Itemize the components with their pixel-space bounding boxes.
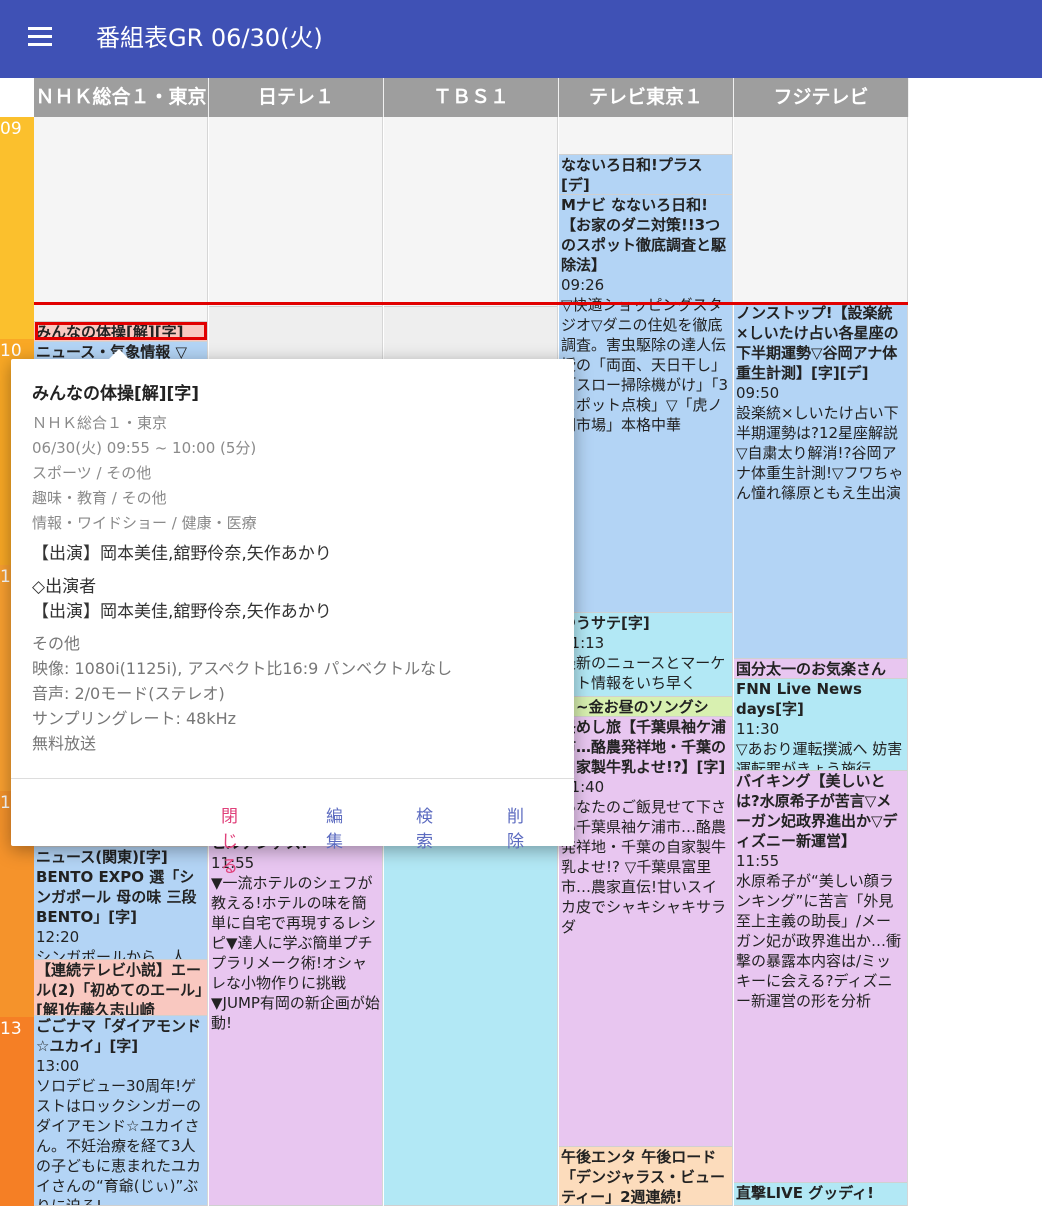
hour-label: 13 [0, 1019, 22, 1039]
program-tx-gogoroad[interactable]: 午後エンタ 午後ロード「デンジャラス・ビューティー」2週連続! [559, 1147, 732, 1206]
dialog-genre: スポーツ / その他 [32, 464, 152, 482]
channel-header-tbs[interactable]: ＴＢＳ１ [384, 78, 559, 117]
program-cx-nonstop[interactable]: ノンストップ!【設楽統×しいたけ占い各星座の下半期運勢▽谷岡アナ体重生計測】[字… [734, 303, 907, 659]
program-desc: ▼一流ホテルのシェフが教える!ホテルの味を簡単に自宅で再現するレシピ▼達人に学ぶ… [211, 874, 380, 1032]
program-title: ニュース(関東)[字] BENTO EXPO 選「シンガポール 母の味 三段BE… [36, 848, 197, 926]
program-detail-dialog: みんなの体操[解][字] ＮＨＫ総合１・東京 06/30(火) 09:55 ~ … [11, 349, 574, 877]
program-time: 11:40 [561, 778, 605, 796]
dialog-spec: 無料放送 [32, 734, 97, 753]
program-title: なないろ日和!プラス[デ] [561, 156, 703, 194]
program-title: Mナビ なないろ日和!【お家のダニ対策!!3つのスポット徹底調査と駆除法】 [561, 196, 727, 274]
dialog-spec: サンプリングレート: 48kHz [32, 709, 237, 728]
dialog-genre: 趣味・教育 / その他 [32, 489, 167, 507]
hour-09: 09 [0, 117, 34, 339]
dialog-spec: 音声: 2/0モード(ステレオ) [32, 684, 225, 703]
program-empty [209, 117, 382, 307]
channel-header-ntv[interactable]: 日テレ１ [209, 78, 384, 117]
program-time: 09:50 [736, 384, 780, 402]
program-desc: 設楽統×しいたけ占い下半期運勢は?12星座解説▽自粛太り解消!?谷岡アナ体重生計… [736, 404, 904, 502]
channel-header-cx[interactable]: フジテレビ [734, 78, 909, 117]
program-title: 【連続テレビ小説】エール(2)「初めてのエール」[解]佐藤久志山崎 [36, 961, 203, 1016]
program-title: 昼めし旅【千葉県袖ケ浦市…酪農発祥地・千葉の自家製牛乳よせ!?】[字] [561, 718, 727, 776]
dialog-other-heading: その他 [32, 634, 81, 653]
program-cx-fnn[interactable]: FNN Live News days[字] 11:30 ▽あおり運転撲滅へ 妨害… [734, 679, 907, 771]
column-tx: なないろ日和!プラス[デ] Mナビ なないろ日和!【お家のダニ対策!!3つのスポ… [559, 117, 733, 1206]
program-time: 09:26 [561, 276, 605, 294]
program-desc: ソロデビュー30周年!ゲストはロックシンガーのダイアモンド☆ユカイさん。不妊治療… [36, 1077, 202, 1206]
program-time: 13:00 [36, 1057, 80, 1075]
program-title: 直撃LIVE グッディ! [736, 1184, 875, 1202]
dialog-title: みんなの体操[解][字] [32, 384, 200, 404]
program-time: 12:20 [36, 928, 80, 946]
dialog-divider [11, 778, 574, 779]
program-empty [384, 117, 557, 307]
program-tx-nanairo-plus[interactable]: なないろ日和!プラス[デ] [559, 155, 732, 195]
program-empty [34, 117, 207, 322]
dialog-pointer [109, 349, 129, 359]
delete-button[interactable]: 削除 [507, 802, 524, 852]
program-tbs-block[interactable] [384, 833, 557, 1206]
program-title: 国分太一のお気楽さん [736, 660, 887, 678]
program-cx-kokubun[interactable]: 国分太一のお気楽さん [734, 659, 907, 679]
program-nhk-yell[interactable]: 【連続テレビ小説】エール(2)「初めてのエール」[解]佐藤久志山崎 [34, 960, 207, 1016]
program-title: ゆうサテ[字] [561, 614, 650, 632]
program-tx-songshower[interactable]: 月~金お昼のソングシ [559, 697, 732, 717]
program-tx-hirumeshi[interactable]: 昼めし旅【千葉県袖ケ浦市…酪農発祥地・千葉の自家製牛乳よせ!?】[字] 11:4… [559, 717, 732, 1147]
channel-header-nhk[interactable]: ＮＨＫ総合１・東京 [34, 78, 209, 117]
program-empty [559, 117, 732, 155]
program-title: ごごナマ「ダイアモンド☆ユカイ」[字] [36, 1017, 202, 1055]
program-desc: ▽快適ショッピングスタジオ▽ダニの住処を徹底調査。害虫駆除の達人伝授の「両面、天… [561, 296, 729, 434]
hour-13: 13 [0, 1017, 34, 1206]
hour-label: 09 [0, 119, 22, 139]
program-nhk-news-kanto[interactable]: ニュース(関東)[字] BENTO EXPO 選「シンガポール 母の味 三段BE… [34, 847, 207, 960]
search-button[interactable]: 検索 [416, 802, 433, 852]
program-cx-goody[interactable]: 直撃LIVE グッディ! [734, 1183, 907, 1206]
program-desc: ▽あおり運転撲滅へ 妨害運転罪がきょう施行 [736, 740, 903, 771]
program-time: 11:30 [736, 720, 780, 738]
column-cx: ノンストップ!【設楽統×しいたけ占い各星座の下半期運勢▽谷岡アナ体重生計測】[字… [734, 117, 908, 1206]
dialog-cast-heading: ◇出演者 [32, 577, 97, 597]
program-desc: シンガポールから…人 [36, 948, 187, 960]
dialog-genre: 情報・ワイドショー / 健康・医療 [32, 514, 257, 532]
dialog-datetime: 06/30(火) 09:55 ~ 10:00 (5分) [32, 439, 257, 457]
channel-header-tx[interactable]: テレビ東京１ [559, 78, 734, 117]
dialog-body: ＮＨＫ総合１・東京 06/30(火) 09:55 ~ 10:00 (5分) スポ… [32, 411, 552, 756]
program-title: バイキング【美しいとは?水原希子が苦言▽メーガン妃政界進出か▽ディズニー新運営】 [736, 772, 898, 850]
program-tx-mnavi[interactable]: Mナビ なないろ日和!【お家のダニ対策!!3つのスポット徹底調査と駆除法】 09… [559, 195, 732, 613]
program-nhk-gogonama[interactable]: ごごナマ「ダイアモンド☆ユカイ」[字] 13:00 ソロデビュー30周年!ゲスト… [34, 1016, 207, 1206]
selected-program-highlight [35, 322, 207, 340]
dialog-channel: ＮＨＫ総合１・東京 [32, 414, 168, 432]
program-tx-yusate[interactable]: ゆうサテ[字] 11:13 最新のニュースとマーケット情報をいち早く [559, 613, 732, 697]
program-desc: あなたのご飯見せて下さい千葉県袖ケ浦市…酪農発祥地・千葉の自家製牛乳よせ!? ▽… [561, 798, 727, 936]
edit-button[interactable]: 編集 [326, 802, 343, 852]
program-title: 午後エンタ 午後ロード「デンジャラス・ビューティー」2週連続! [561, 1148, 725, 1206]
program-title: 月~金お昼のソングシ [561, 698, 709, 716]
program-desc: 水原希子が“美しい顔ランキング”に苦言「外見至上主義の助長」/メーガン妃が政界進… [736, 872, 902, 1010]
app-bar: 番組表GR 06/30(火) [0, 0, 1042, 78]
program-desc: 最新のニュースとマーケット情報をいち早く [561, 654, 726, 692]
program-time: 11:55 [736, 852, 780, 870]
close-button[interactable]: 閉じる [221, 802, 238, 877]
program-title: ノンストップ!【設楽統×しいたけ占い各星座の下半期運勢▽谷岡アナ体重生計測】[字… [736, 304, 899, 382]
page-title: 番組表GR 06/30(火) [96, 24, 323, 52]
dialog-spec: 映像: 1080i(1125i), アスペクト比16:9 パンベクトルなし [32, 659, 453, 678]
dialog-cast-2: 【出演】岡本美佳,舘野伶奈,矢作あかり [32, 602, 332, 622]
dialog-cast: 【出演】岡本美佳,舘野伶奈,矢作あかり [32, 544, 332, 564]
current-time-line [34, 302, 908, 305]
program-cx-viking[interactable]: バイキング【美しいとは?水原希子が苦言▽メーガン妃政界進出か▽ディズニー新運営】… [734, 771, 907, 1183]
program-time: 11:13 [561, 634, 605, 652]
program-empty [734, 117, 907, 303]
hour-label: 10 [0, 341, 22, 361]
menu-icon[interactable] [28, 27, 54, 47]
program-ntv-hirunandesu[interactable]: ヒルナンデス! 11:55 ▼一流ホテルのシェフが教える!ホテルの味を簡単に自宅… [209, 833, 382, 1206]
program-title: FNN Live News days[字] [736, 680, 862, 718]
